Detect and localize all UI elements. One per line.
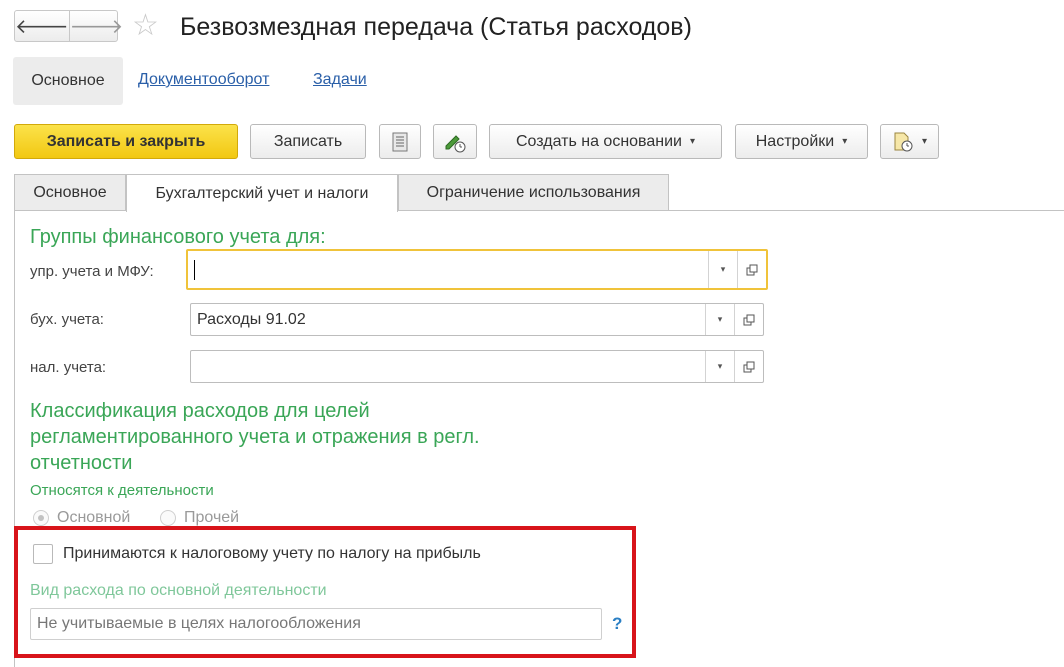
back-button[interactable]: 🡐: [15, 11, 69, 41]
classification-heading-line: отчетности: [30, 452, 133, 474]
profit-tax-checkbox-row[interactable]: Принимаются к налоговому учету по налогу…: [33, 544, 481, 564]
create-based-on-label: Создать на основании: [515, 132, 682, 150]
page-title: Безвозмездная передача (Статья расходов): [180, 13, 692, 41]
save-and-close-button[interactable]: Записать и закрыть: [14, 124, 238, 159]
profit-tax-checkbox-label: Принимаются к налоговому учету по налогу…: [63, 545, 481, 562]
mgmt-accounting-input[interactable]: [188, 251, 708, 288]
mgmt-accounting-open[interactable]: [737, 251, 766, 288]
radio-activity-main[interactable]: Основной: [33, 509, 130, 527]
classification-heading: Классификация расходов для целей регламе…: [30, 398, 480, 476]
edit-button[interactable]: [433, 124, 477, 159]
classification-heading-line: Классификация расходов для целей: [30, 400, 370, 422]
arrow-left-icon: 🡐: [15, 15, 69, 38]
navigation-buttons: 🡐 🡒: [14, 10, 123, 42]
expense-kind-label: Вид расхода по основной деятельности: [30, 582, 327, 599]
open-window-icon: [743, 361, 755, 372]
expense-kind-field[interactable]: Не учитываемые в целях налогообложения: [30, 608, 602, 640]
chevron-down-icon: ▾: [689, 136, 696, 147]
list-button[interactable]: [379, 124, 421, 159]
acc-accounting-dropdown[interactable]: ▾: [705, 304, 734, 335]
activity-label: Относятся к деятельности: [30, 482, 214, 499]
mgmt-accounting-label: упр. учета и МФУ:: [30, 263, 154, 280]
tab-usage-restriction[interactable]: Ограничение использования: [398, 174, 669, 211]
radio-button-selected[interactable]: [33, 510, 49, 526]
tab-accounting-taxes[interactable]: Бухгалтерский учет и налоги: [126, 174, 398, 212]
radio-other-label: Прочей: [184, 509, 240, 526]
settings-button[interactable]: Настройки ▾: [735, 124, 868, 159]
acc-accounting-label: бух. учета:: [30, 311, 104, 328]
tax-accounting-dropdown[interactable]: ▾: [705, 351, 734, 382]
radio-main-label: Основной: [57, 509, 131, 526]
text-cursor: [194, 259, 195, 280]
favorite-star-icon[interactable]: ☆: [132, 9, 159, 43]
save-button[interactable]: Записать: [250, 124, 366, 159]
profit-tax-checkbox[interactable]: [33, 544, 53, 564]
report-button[interactable]: ▾: [880, 124, 939, 159]
groups-heading: Группы финансового учета для:: [30, 226, 326, 248]
mgmt-accounting-dropdown[interactable]: ▾: [708, 251, 737, 288]
chevron-down-icon: ▾: [720, 264, 726, 274]
create-based-on-button[interactable]: Создать на основании ▾: [489, 124, 722, 159]
chevron-down-icon: ▾: [717, 314, 723, 324]
settings-label: Настройки: [755, 132, 835, 150]
tax-accounting-input[interactable]: [191, 351, 705, 382]
acc-accounting-open[interactable]: [734, 304, 763, 335]
acc-accounting-field[interactable]: Расходы 91.02 ▾: [190, 303, 764, 336]
pencil-clock-icon: [445, 134, 466, 152]
top-link-docflow[interactable]: Документооборот: [138, 71, 269, 89]
classification-heading-line: регламентированного учета и отражения в …: [30, 426, 480, 448]
arrow-right-icon: 🡒: [69, 15, 124, 38]
chevron-down-icon: ▾: [921, 136, 928, 147]
top-link-tasks[interactable]: Задачи: [313, 71, 367, 89]
mgmt-accounting-field[interactable]: ▾: [186, 249, 768, 290]
tax-accounting-open[interactable]: [734, 351, 763, 382]
tax-accounting-label: нал. учета:: [30, 359, 107, 376]
acc-accounting-input[interactable]: Расходы 91.02: [191, 304, 705, 335]
tab-main[interactable]: Основное: [14, 174, 126, 211]
list-icon: [392, 132, 408, 151]
chevron-down-icon: ▾: [842, 136, 848, 147]
top-tab-main[interactable]: Основное: [13, 57, 123, 105]
open-window-icon: [743, 314, 755, 325]
radio-activity-other[interactable]: Прочей: [160, 509, 239, 527]
help-icon[interactable]: ?: [612, 614, 622, 634]
tax-accounting-field[interactable]: ▾: [190, 350, 764, 383]
document-clock-icon: [894, 132, 913, 151]
open-window-icon: [746, 264, 758, 275]
chevron-down-icon: ▾: [717, 361, 723, 371]
forward-button[interactable]: 🡒: [68, 11, 124, 41]
radio-button[interactable]: [160, 510, 176, 526]
